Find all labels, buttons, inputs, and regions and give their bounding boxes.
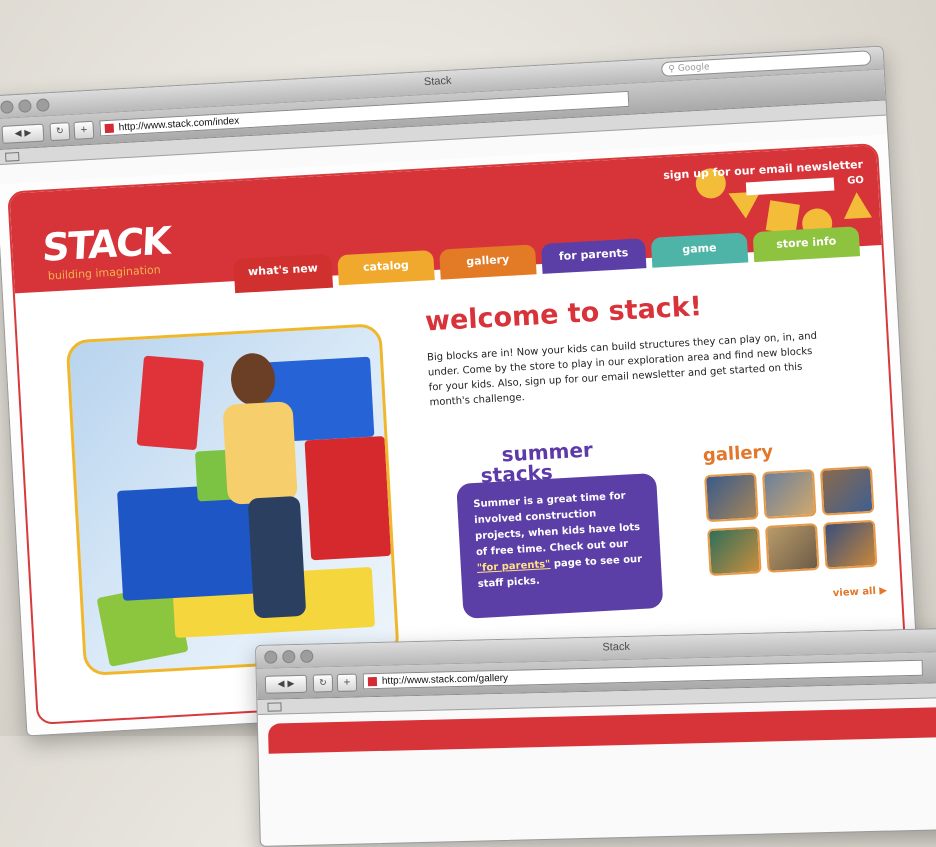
plus-icon-2: + bbox=[343, 677, 351, 688]
reload-icon: ↻ bbox=[55, 126, 64, 137]
red-block-held bbox=[136, 355, 204, 451]
welcome-paragraph: Big blocks are in! Now your kids can bui… bbox=[426, 330, 818, 409]
gallery-thumb-2[interactable] bbox=[761, 469, 817, 519]
tab-for-parents[interactable]: for parents bbox=[540, 238, 647, 274]
red-block-right bbox=[304, 436, 392, 561]
tab-gallery[interactable]: gallery bbox=[439, 244, 537, 280]
gallery-thumbnails bbox=[704, 465, 878, 577]
summer-stacks-box: Summer is a great time for involved cons… bbox=[456, 472, 664, 619]
back-forward-buttons-2[interactable]: ◀ ▶ bbox=[264, 674, 308, 694]
favicon-icon-2 bbox=[367, 677, 378, 687]
favicon-icon bbox=[104, 123, 115, 134]
back-forward-buttons[interactable]: ◀ ▶ bbox=[1, 123, 45, 144]
hero-photo bbox=[65, 323, 400, 677]
back-arrow-icon[interactable]: ◀ bbox=[14, 129, 21, 139]
welcome-heading: welcome to stack! bbox=[424, 291, 703, 338]
bookmarks-book-icon-2[interactable] bbox=[267, 702, 282, 712]
reload-button[interactable]: ↻ bbox=[49, 122, 71, 142]
newsletter-email-input[interactable] bbox=[745, 177, 835, 196]
tab-store-info[interactable]: store info bbox=[752, 226, 861, 263]
gallery-thumb-6[interactable] bbox=[822, 519, 878, 570]
yellow-triangle-shape-2 bbox=[842, 191, 872, 220]
back-arrow-icon-2[interactable]: ◀ bbox=[277, 679, 284, 689]
add-bookmark-button-2[interactable]: + bbox=[336, 673, 358, 693]
for-parents-link[interactable]: "for parents" bbox=[477, 559, 551, 574]
gallery-heading: gallery bbox=[702, 441, 774, 467]
gallery-thumb-1[interactable] bbox=[704, 472, 759, 523]
forward-arrow-icon[interactable]: ▶ bbox=[24, 128, 31, 138]
newsletter-go-button[interactable]: GO bbox=[847, 175, 864, 187]
child-shirt bbox=[222, 401, 298, 505]
yellow-triangle-shape bbox=[728, 191, 762, 220]
site-header-second bbox=[267, 706, 936, 754]
stack-logo[interactable]: STACK bbox=[41, 219, 170, 270]
search-placeholder: Google bbox=[677, 62, 710, 75]
reload-button-2[interactable]: ↻ bbox=[312, 674, 334, 693]
gallery-thumb-5[interactable] bbox=[765, 523, 820, 573]
view-all-link[interactable]: view all ▶ bbox=[833, 585, 888, 599]
child-jeans bbox=[247, 495, 307, 619]
address-url-second: http://www.stack.com/gallery bbox=[381, 672, 509, 687]
browser-window-second: Stack ◀ ▶ ↻ + http://www.stack.com/galle… bbox=[255, 627, 936, 847]
forward-arrow-icon-2[interactable]: ▶ bbox=[287, 679, 294, 689]
summer-text-1: Summer is a great time for involved cons… bbox=[473, 490, 641, 559]
reload-icon-2: ↻ bbox=[319, 678, 327, 689]
add-bookmark-button[interactable]: + bbox=[73, 120, 95, 140]
gallery-thumb-3[interactable] bbox=[819, 465, 875, 516]
gallery-thumb-4[interactable] bbox=[707, 526, 762, 577]
search-icon: ⚲ bbox=[668, 64, 676, 75]
bookmarks-book-icon[interactable] bbox=[4, 151, 20, 162]
tab-catalog[interactable]: catalog bbox=[337, 250, 435, 286]
plus-icon: + bbox=[79, 125, 88, 136]
tab-whats-new[interactable]: what's new bbox=[233, 253, 334, 294]
address-url: http://www.stack.com/index bbox=[118, 115, 240, 134]
tab-game[interactable]: game bbox=[650, 232, 749, 268]
